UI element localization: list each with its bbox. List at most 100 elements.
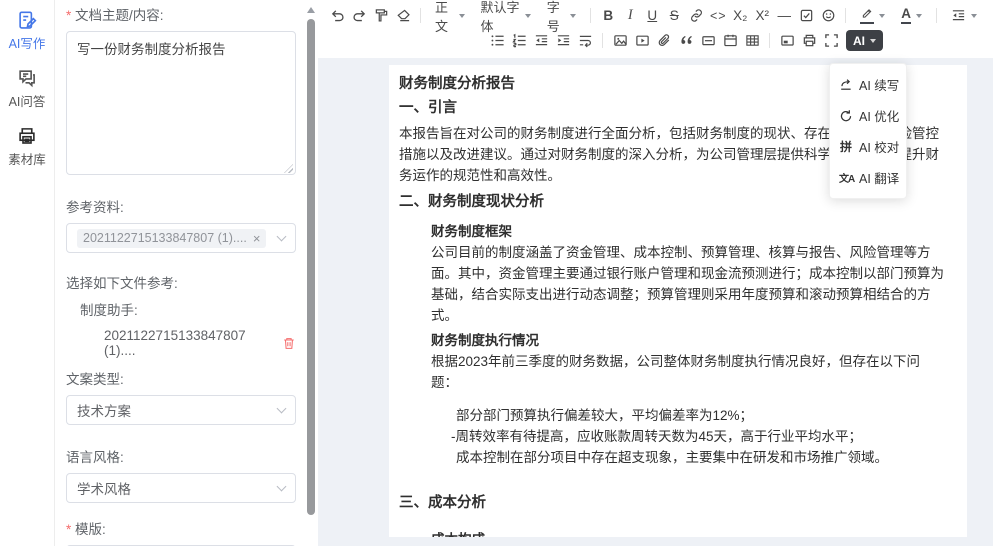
writing-form-panel: 文档主题/内容: 写一份财务制度分析报告 参考资料: 2021122715133… [55, 0, 318, 546]
redo-icon[interactable] [348, 4, 370, 27]
toolbar-divider [769, 33, 770, 48]
undo-icon[interactable] [326, 4, 348, 27]
style-select[interactable]: 学术风格 [66, 473, 296, 503]
ai-tools-menu: AI 续写 AI 优化 拼 AI 校对 文A AI 翻译 [829, 63, 907, 199]
doc-list-item: 部分部门预算执行偏差较大，平均偏差率为12%； [456, 405, 947, 426]
insert-table-icon[interactable] [741, 29, 763, 52]
doc-heading: 三、成本分析 [399, 493, 947, 514]
ai-tools-button[interactable]: AI [846, 30, 883, 51]
doc-list-item: 成本控制在部分项目中存在超支现象，主要集中在研发和市场推广领域。 [456, 447, 947, 468]
divider-block-icon[interactable] [697, 29, 719, 52]
reference-tag-text: 2021122715133847807 (1).... [83, 231, 247, 245]
file-select-label: 选择如下文件参考: [66, 272, 296, 292]
assistant-label: 制度助手: [80, 299, 296, 319]
attachment-icon[interactable] [653, 29, 675, 52]
horizontal-rule-icon[interactable]: — [773, 4, 795, 27]
doc-subheading: 成本构成 [431, 529, 947, 537]
translate-icon: 文A [839, 170, 853, 185]
font-family-dropdown[interactable]: 默认字体 [473, 4, 539, 27]
continue-writing-icon [839, 78, 853, 92]
font-color-icon: A [901, 7, 911, 24]
insert-video-icon[interactable] [631, 29, 653, 52]
menu-item-label: AI 续写 [859, 75, 899, 94]
doc-edit-icon [17, 10, 37, 30]
emoji-icon[interactable] [817, 4, 839, 27]
scroll-up-arrow-icon[interactable] [307, 7, 315, 13]
strikethrough-icon[interactable]: S [663, 4, 685, 27]
task-checkbox-icon[interactable] [795, 4, 817, 27]
sidebar-item-material-library[interactable]: 素材库 [8, 126, 46, 168]
font-color-dropdown[interactable]: A [893, 4, 930, 27]
sidebar-item-label: AI问答 [9, 91, 46, 110]
editor-area: 正文 默认字体 字号 B I U S <> X₂ X² — [318, 0, 993, 546]
menu-item-ai-translate[interactable]: 文A AI 翻译 [830, 162, 906, 193]
paragraph-style-value: 正文 [435, 0, 454, 35]
trash-icon[interactable] [282, 336, 296, 351]
blockquote-icon[interactable] [675, 29, 697, 52]
highlight-color-dropdown[interactable] [852, 4, 893, 27]
sidebar-item-label: 素材库 [8, 149, 46, 168]
chevron-down-icon [459, 14, 465, 18]
outdent-icon[interactable] [530, 29, 552, 52]
font-size-dropdown[interactable]: 字号 [539, 4, 585, 27]
doc-paragraph: 公司目前的制度涵盖了资金管理、成本控制、预算管理、核算与报告、风险管理等方面。其… [431, 242, 947, 326]
panel-scrollbar [304, 0, 317, 546]
remove-tag-icon[interactable]: × [253, 231, 261, 246]
text-wrap-icon[interactable] [574, 29, 596, 52]
reference-label: 参考资料: [66, 196, 296, 216]
toolbar-divider [845, 8, 846, 23]
chevron-down-icon [870, 39, 876, 43]
menu-item-label: AI 优化 [859, 106, 899, 125]
doc-type-select[interactable]: 技术方案 [66, 395, 296, 425]
link-icon[interactable] [685, 4, 707, 27]
preview-icon[interactable] [776, 29, 798, 52]
italic-icon[interactable]: I [619, 4, 641, 27]
paragraph-style-dropdown[interactable]: 正文 [427, 4, 473, 27]
selected-file-row: 2021122715133847807 (1).... [104, 328, 296, 358]
insert-image-icon[interactable] [609, 29, 631, 52]
indent-icon[interactable] [552, 29, 574, 52]
reference-select[interactable]: 2021122715133847807 (1).... × [66, 223, 296, 253]
fullscreen-icon[interactable] [820, 29, 842, 52]
ai-button-label: AI [853, 34, 865, 48]
numbered-list-icon[interactable] [508, 29, 530, 52]
toolbar-divider [936, 8, 937, 23]
underline-icon[interactable]: U [641, 4, 663, 27]
bullet-list-icon[interactable] [486, 29, 508, 52]
editor-toolbar: 正文 默认字体 字号 B I U S <> X₂ X² — [318, 0, 993, 58]
insert-date-icon[interactable] [719, 29, 741, 52]
sidebar-item-ai-writing[interactable]: AI写作 [9, 10, 46, 52]
style-value: 学术风格 [77, 478, 278, 498]
doc-subheading: 财务制度框架 [431, 221, 947, 242]
toolbar-divider [590, 8, 591, 23]
sidebar-item-ai-qa[interactable]: AI问答 [9, 68, 46, 110]
menu-item-ai-proofread[interactable]: 拼 AI 校对 [830, 131, 906, 162]
subscript-icon[interactable]: X₂ [729, 4, 751, 27]
format-painter-icon[interactable] [370, 4, 392, 27]
template-label: 模版: [66, 518, 296, 538]
chevron-down-icon [570, 14, 576, 18]
chat-icon [17, 68, 37, 88]
inline-code-icon[interactable]: <> [707, 4, 729, 27]
doc-list-item: -周转效率有待提高，应收账款周转天数为45天，高于行业平均水平； [451, 426, 947, 447]
bold-icon[interactable]: B [597, 4, 619, 27]
alignment-dropdown[interactable] [943, 4, 985, 27]
style-label: 语言风格: [66, 446, 296, 466]
doc-subheading: 财务制度执行情况 [431, 330, 947, 351]
menu-item-ai-continue[interactable]: AI 续写 [830, 69, 906, 100]
menu-item-label: AI 校对 [859, 137, 899, 156]
nav-rail: AI写作 AI问答 素材库 [0, 0, 55, 546]
toolbar-divider [602, 33, 603, 48]
chevron-down-icon [971, 14, 977, 18]
toolbar-row-2: AI [326, 28, 985, 53]
menu-item-ai-optimize[interactable]: AI 优化 [830, 100, 906, 131]
clear-format-eraser-icon[interactable] [392, 4, 414, 27]
scrollbar-thumb[interactable] [307, 19, 315, 515]
doc-type-value: 技术方案 [77, 400, 278, 420]
align-left-icon [951, 8, 966, 23]
chevron-down-icon [879, 14, 885, 18]
topic-textarea[interactable]: 写一份财务制度分析报告 [66, 31, 296, 175]
print-icon[interactable] [798, 29, 820, 52]
chevron-down-icon [525, 14, 531, 18]
superscript-icon[interactable]: X² [751, 4, 773, 27]
